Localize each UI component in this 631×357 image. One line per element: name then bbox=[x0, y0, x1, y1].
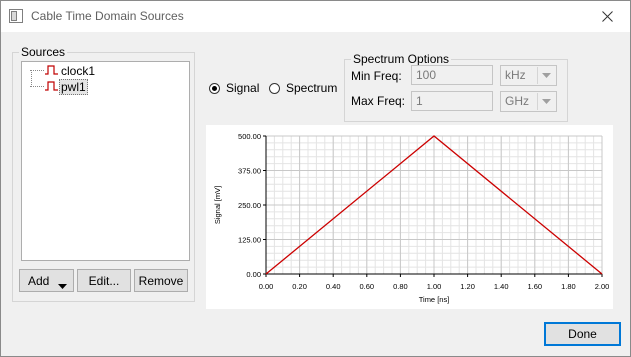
chevron-down-icon bbox=[537, 67, 555, 84]
y-tick-label: 0.00 bbox=[246, 270, 261, 279]
app-icon bbox=[9, 9, 23, 23]
signal-radio-label: Signal bbox=[226, 81, 260, 95]
chevron-down-icon bbox=[537, 93, 555, 110]
x-tick-label: 1.40 bbox=[494, 282, 509, 291]
signal-chart: 0.00 0.20 0.40 0.60 0.80 1.00 1.20 1.40 1.60 1.80… bbox=[206, 125, 613, 309]
x-axis-label: Time [ns] bbox=[419, 295, 450, 304]
min-freq-label: Min Freq: bbox=[351, 69, 402, 83]
max-freq-unit-select[interactable]: GHz bbox=[500, 91, 557, 112]
dialog-window: Cable Time Domain Sources Sources clock1… bbox=[0, 0, 631, 357]
min-freq-unit-value: kHz bbox=[505, 68, 526, 82]
dropdown-arrow-icon bbox=[58, 278, 67, 292]
signal-radio[interactable]: Signal bbox=[209, 81, 259, 95]
x-tick-label: 0.80 bbox=[393, 282, 408, 291]
x-tick-label: 0.40 bbox=[326, 282, 341, 291]
remove-button-label: Remove bbox=[138, 273, 184, 288]
spectrum-radio-label: Spectrum bbox=[286, 81, 338, 95]
done-button[interactable]: Done bbox=[544, 322, 621, 346]
pulse-icon bbox=[45, 80, 59, 95]
max-freq-input[interactable]: 1 bbox=[411, 91, 493, 111]
x-tick-label: 1.60 bbox=[527, 282, 542, 291]
source-item-pwl1[interactable]: pwl1 bbox=[30, 79, 88, 95]
signal-chart-svg: 0.00 0.20 0.40 0.60 0.80 1.00 1.20 1.40 1.60 1.80… bbox=[213, 132, 610, 304]
x-tick-label: 2.00 bbox=[595, 282, 610, 291]
add-button[interactable]: Add bbox=[19, 269, 74, 292]
close-icon bbox=[601, 11, 613, 22]
y-tick-label: 250.00 bbox=[238, 201, 261, 210]
y-tick-label: 500.00 bbox=[238, 132, 261, 141]
spectrum-radio[interactable]: Spectrum bbox=[269, 81, 337, 95]
y-axis-label: Signal [mV] bbox=[213, 186, 222, 224]
min-freq-unit-select[interactable]: kHz bbox=[500, 65, 557, 86]
pulse-icon bbox=[45, 64, 59, 79]
min-freq-input[interactable]: 100 bbox=[411, 65, 493, 85]
add-button-label: Add bbox=[28, 273, 50, 288]
source-item-label: pwl1 bbox=[59, 79, 88, 95]
done-button-label: Done bbox=[568, 327, 597, 341]
radio-unselected-icon bbox=[269, 82, 280, 94]
edit-button-label: Edit... bbox=[88, 273, 120, 288]
source-item-label: clock1 bbox=[61, 64, 96, 78]
sources-group-label: Sources bbox=[21, 45, 66, 59]
y-tick-label: 125.00 bbox=[238, 236, 261, 245]
edit-button[interactable]: Edit... bbox=[77, 269, 131, 292]
remove-button[interactable]: Remove bbox=[134, 269, 188, 292]
x-tick-label: 1.20 bbox=[460, 282, 475, 291]
spectrum-options-label: Spectrum Options bbox=[353, 52, 450, 66]
x-tick-label: 1.80 bbox=[561, 282, 576, 291]
y-tick-label: 375.00 bbox=[238, 167, 261, 176]
x-tick-label: 0.20 bbox=[292, 282, 307, 291]
source-item-clock1[interactable]: clock1 bbox=[30, 63, 97, 79]
max-freq-label: Max Freq: bbox=[351, 94, 406, 108]
title-bar: Cable Time Domain Sources bbox=[1, 1, 630, 32]
max-freq-unit-value: GHz bbox=[505, 94, 529, 108]
close-button[interactable] bbox=[584, 1, 630, 32]
sources-tree[interactable]: clock1 pwl1 bbox=[21, 61, 190, 261]
x-tick-label: 1.00 bbox=[427, 282, 442, 291]
x-tick-label: 0.60 bbox=[359, 282, 374, 291]
window-title: Cable Time Domain Sources bbox=[31, 9, 184, 23]
radio-selected-icon bbox=[209, 82, 220, 94]
x-tick-label: 0.00 bbox=[259, 282, 274, 291]
